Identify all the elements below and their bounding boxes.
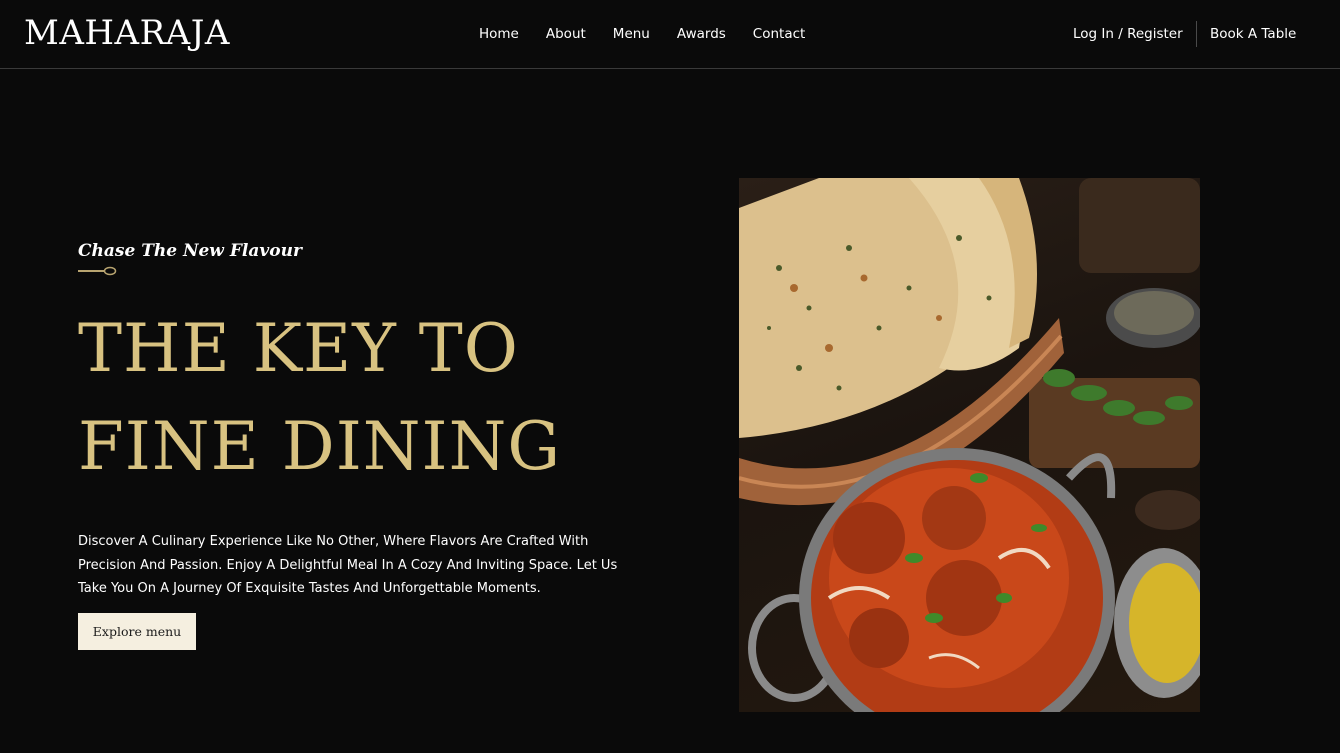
nav-home-link[interactable]: Home <box>479 26 519 42</box>
nav-awards-link[interactable]: Awards <box>677 26 726 42</box>
site-header: MAHARAJA Home About Menu Awards Contact … <box>0 0 1340 69</box>
nav-contact-link[interactable]: Contact <box>753 26 806 42</box>
main-nav: Home About Menu Awards Contact <box>479 26 832 42</box>
hero-headline-line-2: FINE DINING <box>78 408 562 485</box>
hero-headline-line-1: THE KEY TO <box>78 310 519 387</box>
logo[interactable]: MAHARAJA <box>24 13 230 53</box>
hero-food-image <box>739 178 1200 712</box>
hero-description: Discover A Culinary Experience Like No O… <box>78 534 618 596</box>
nav-menu-link[interactable]: Menu <box>613 26 650 42</box>
header-divider <box>1196 21 1197 47</box>
hero-headline: THE KEY TO FINE DINING <box>78 300 561 496</box>
nav-about-link[interactable]: About <box>546 26 586 42</box>
hero-eyebrow: Chase The New Flavour <box>78 241 302 261</box>
food-illustration <box>739 178 1200 712</box>
explore-menu-button[interactable]: Explore menu <box>78 613 196 650</box>
book-table-link[interactable]: Book A Table <box>1210 26 1296 42</box>
login-register-link[interactable]: Log In / Register <box>1073 26 1183 42</box>
spoon-ornament-icon <box>78 266 117 276</box>
